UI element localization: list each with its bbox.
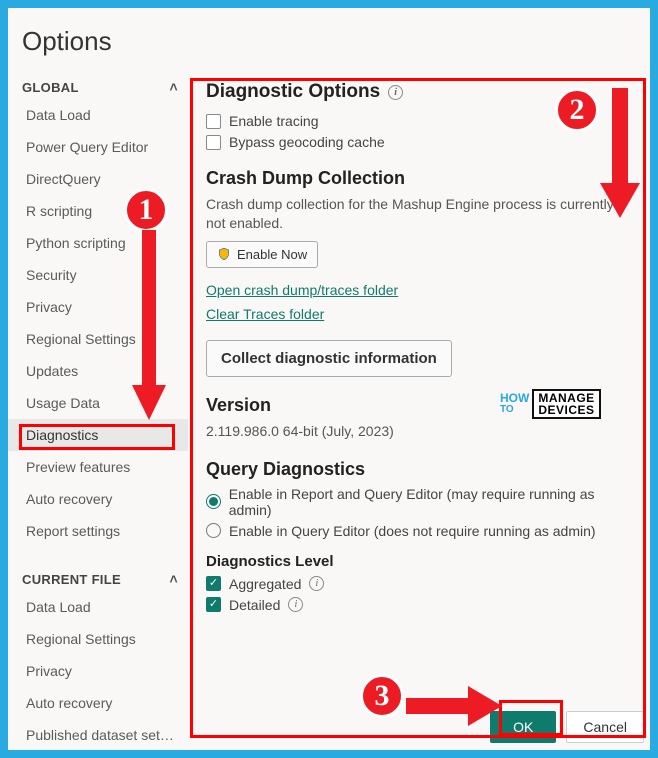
sidebar-item-regional-settings[interactable]: Regional Settings [8,623,188,655]
radio-icon [206,523,221,538]
sidebar-item-directquery[interactable]: DirectQuery [8,163,188,195]
sidebar-item-security[interactable]: Security [8,259,188,291]
crash-dump-description: Crash dump collection for the Mashup Eng… [206,195,634,233]
sidebar-item-published-dataset-set-[interactable]: Published dataset set… [8,719,188,751]
qd-radio1-label: Enable in Report and Query Editor (may r… [229,486,634,518]
content-panel: Diagnostic Options i Enable tracing Bypa… [188,67,650,753]
sidebar-section-global-label: GLOBAL [22,80,79,95]
sidebar-item-privacy[interactable]: Privacy [8,291,188,323]
sidebar-item-privacy[interactable]: Privacy [8,655,188,687]
sidebar-item-data-load[interactable]: Data Load [8,99,188,131]
sidebar-item-updates[interactable]: Updates [8,355,188,387]
chevron-up-icon: ˄ [170,571,178,587]
dialog-footer: OK Cancel [490,711,644,743]
checkbox-icon [206,135,221,150]
sidebar-item-data-load[interactable]: Data Load [8,591,188,623]
detailed-checkbox[interactable]: Detailed i [206,597,634,613]
sidebar-item-power-query-editor[interactable]: Power Query Editor [8,131,188,163]
info-icon[interactable]: i [288,597,303,612]
sidebar-section-currentfile-label: CURRENT FILE [22,572,121,587]
sidebar-item-query-reduction[interactable]: Query reduction [8,751,188,753]
info-icon[interactable]: i [309,576,324,591]
enable-now-label: Enable Now [237,247,307,262]
cancel-button[interactable]: Cancel [566,711,644,743]
sidebar-item-auto-recovery[interactable]: Auto recovery [8,483,188,515]
aggregated-label: Aggregated [229,576,301,592]
sidebar-section-currentfile[interactable]: CURRENT FILE ˄ [8,565,188,591]
query-diagnostics-header: Query Diagnostics [206,459,634,480]
dialog-title: Options [8,8,650,67]
crash-dump-header: Crash Dump Collection [206,168,634,189]
sidebar: GLOBAL ˄ Data LoadPower Query EditorDire… [8,67,188,753]
sidebar-item-auto-recovery[interactable]: Auto recovery [8,687,188,719]
watermark-logo: HOW TO MANAGE DEVICES [500,387,640,421]
diagnostic-options-header: Diagnostic Options [206,81,380,103]
sidebar-item-usage-data[interactable]: Usage Data [8,387,188,419]
info-icon[interactable]: i [388,85,403,100]
aggregated-checkbox[interactable]: Aggregated i [206,576,634,592]
diagnostics-level-header: Diagnostics Level [206,553,634,570]
clear-traces-link[interactable]: Clear Traces folder [206,306,324,322]
bypass-geocoding-checkbox[interactable]: Bypass geocoding cache [206,134,634,150]
version-text: 2.119.986.0 64-bit (July, 2023) [206,422,634,441]
radio-icon [206,494,221,509]
bypass-geocoding-label: Bypass geocoding cache [229,134,385,150]
sidebar-section-global[interactable]: GLOBAL ˄ [8,73,188,99]
enable-tracing-label: Enable tracing [229,113,319,129]
sidebar-item-regional-settings[interactable]: Regional Settings [8,323,188,355]
checkbox-icon [206,576,221,591]
sidebar-item-diagnostics[interactable]: Diagnostics [8,419,188,451]
sidebar-item-r-scripting[interactable]: R scripting [8,195,188,227]
checkbox-icon [206,114,221,129]
enable-tracing-checkbox[interactable]: Enable tracing [206,113,634,129]
sidebar-item-preview-features[interactable]: Preview features [8,451,188,483]
qd-radio-query-editor[interactable]: Enable in Query Editor (does not require… [206,523,634,539]
collect-diagnostic-button[interactable]: Collect diagnostic information [206,340,452,377]
sidebar-item-report-settings[interactable]: Report settings [8,515,188,547]
chevron-up-icon: ˄ [170,79,178,95]
shield-icon [217,247,231,261]
enable-now-button[interactable]: Enable Now [206,241,318,268]
qd-radio2-label: Enable in Query Editor (does not require… [229,523,596,539]
checkbox-icon [206,597,221,612]
detailed-label: Detailed [229,597,280,613]
qd-radio-report-editor[interactable]: Enable in Report and Query Editor (may r… [206,486,634,518]
ok-button[interactable]: OK [490,711,556,743]
sidebar-item-python-scripting[interactable]: Python scripting [8,227,188,259]
open-crash-folder-link[interactable]: Open crash dump/traces folder [206,282,398,298]
